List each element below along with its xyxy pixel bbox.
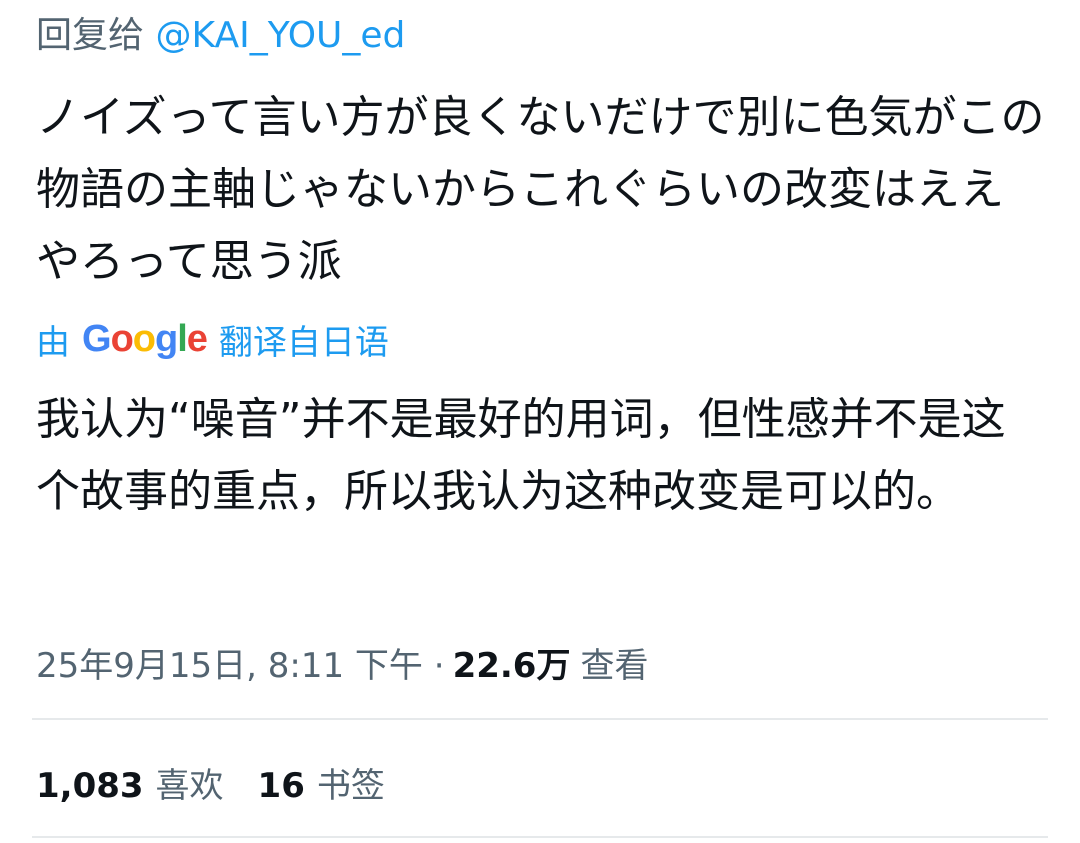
- translated-text: 我认为“噪音”并不是最好的用词，但性感并不是这个故事的重点，所以我认为这种改变是…: [36, 394, 1006, 517]
- tweet-text: ノイズって言い方が良くないだけで別に色気がこの物語の主軸じゃないからこれぐらいの…: [36, 92, 1045, 287]
- views-count: 22.6万: [452, 645, 571, 686]
- reply-to-line: 回复给 @KAI_YOU_ed: [36, 14, 405, 58]
- engagement-stats: 1,083 喜欢 16 书签: [36, 756, 385, 808]
- likes-stat[interactable]: 1,083 喜欢: [36, 758, 224, 807]
- likes-count: 1,083: [36, 765, 144, 806]
- reply-handle-link[interactable]: @KAI_YOU_ed: [155, 15, 405, 56]
- translation-prefix: 由: [36, 322, 70, 363]
- translation-attribution[interactable]: 由 G o o g l e 翻译自日语: [36, 314, 389, 364]
- google-logo-letter: g: [155, 317, 178, 360]
- bookmarks-count: 16: [257, 765, 305, 806]
- google-logo: G o o g l e: [82, 317, 208, 361]
- bookmarks-label: 书签: [316, 765, 385, 806]
- google-logo-letter: l: [177, 317, 188, 360]
- divider-bottom: [32, 836, 1048, 838]
- google-logo-letter: e: [186, 317, 208, 360]
- google-logo-letter: G: [82, 317, 112, 360]
- reply-prefix: 回复给: [36, 15, 145, 56]
- translation-suffix: 翻译自日语: [218, 322, 389, 363]
- likes-label: 喜欢: [155, 765, 224, 806]
- views-label: 查看: [580, 645, 649, 686]
- google-logo-letter: o: [132, 317, 156, 360]
- tweet-meta: 25年9月15日, 8:11 下午 · 22.6万 查看: [36, 636, 648, 688]
- bookmarks-stat[interactable]: 16 书签: [258, 758, 385, 807]
- divider-top: [32, 718, 1048, 720]
- tweet-datetime-link[interactable]: 25年9月15日, 8:11 下午 ·: [36, 638, 445, 687]
- google-logo-letter: o: [110, 317, 134, 360]
